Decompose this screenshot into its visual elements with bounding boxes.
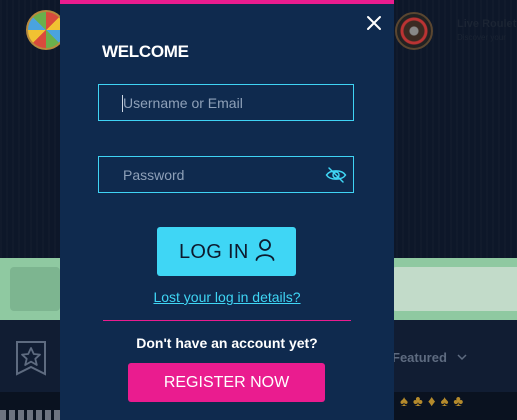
roulette-thumbnail [395,12,433,50]
card-suits-decoration: ♠♣♦♠♣ [400,393,469,410]
password-input[interactable] [99,157,353,192]
username-input[interactable] [99,85,353,120]
password-field[interactable] [98,156,354,193]
login-modal: WELCOME LOG IN Lost your log in details?… [60,0,394,420]
chevron-down-icon[interactable] [457,350,467,364]
decorative-pattern [0,410,60,420]
user-icon [255,238,275,262]
favorites-star-icon[interactable] [14,340,48,376]
register-button[interactable]: REGISTER NOW [128,363,325,402]
promo-subtitle: Discover your [457,33,506,42]
promo-card-live-roulette[interactable] [392,267,517,311]
no-account-text: Don't have an account yet? [136,335,318,351]
register-button-label: REGISTER NOW [163,374,290,391]
eye-slash-icon[interactable] [325,166,347,184]
close-icon[interactable] [365,14,383,32]
text-caret [122,95,123,112]
username-field[interactable] [98,84,354,121]
promo-title: Live Roulett [457,18,517,30]
login-button-label: LOG IN [179,241,249,263]
promo-card-wheel[interactable] [10,267,60,311]
divider [103,320,351,321]
featured-sort-label[interactable]: Featured [392,350,447,365]
lost-details-link[interactable]: Lost your log in details? [60,289,394,305]
login-button[interactable]: LOG IN [157,227,296,276]
modal-title: WELCOME [102,42,189,61]
